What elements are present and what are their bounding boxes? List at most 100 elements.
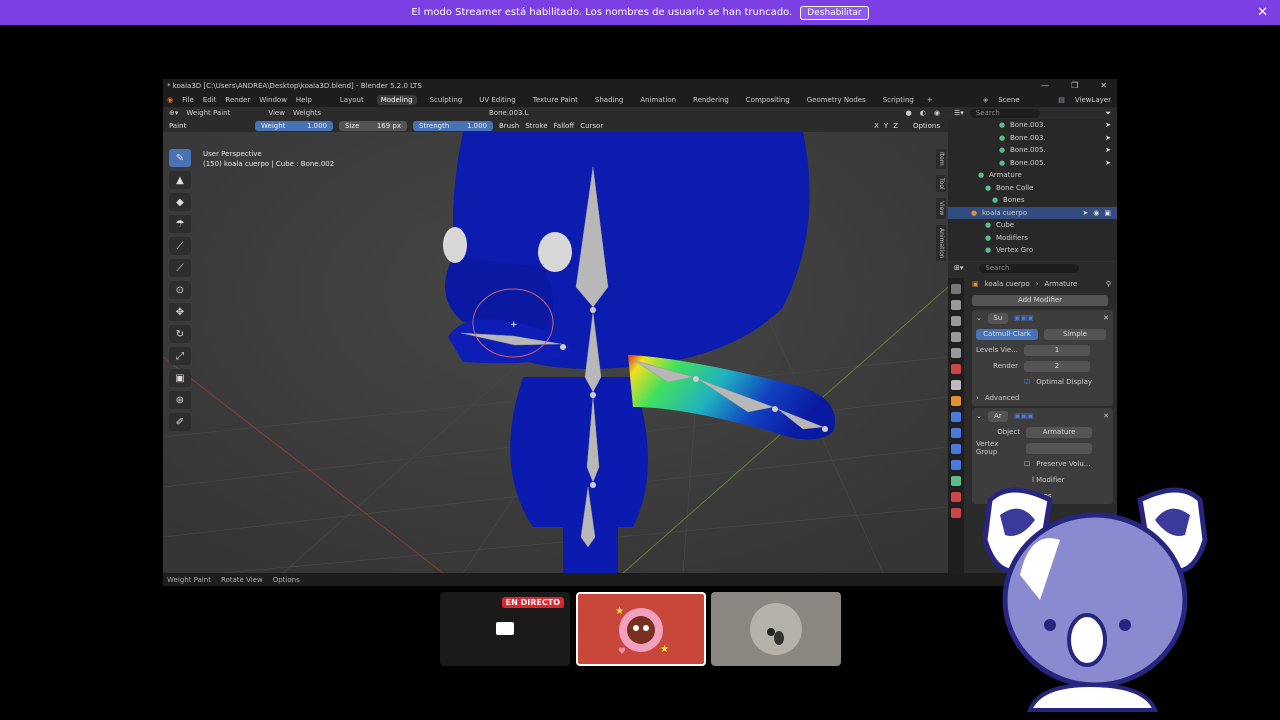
- select-arrow-icon[interactable]: ➤: [1105, 121, 1111, 129]
- rotate-tool-icon[interactable]: ↻: [169, 325, 191, 343]
- maximize-icon[interactable]: ❐: [1071, 81, 1078, 90]
- tab-animation[interactable]: Animation: [636, 95, 680, 105]
- tab-layout[interactable]: Layout: [336, 95, 368, 105]
- camera-icon[interactable]: ▣: [1104, 209, 1111, 217]
- tab-animation-side[interactable]: Animation: [936, 224, 946, 262]
- pin-icon[interactable]: ⚲: [1106, 280, 1117, 288]
- shading-solid-icon[interactable]: ●: [906, 109, 912, 117]
- select-arrow-icon[interactable]: ➤: [1105, 146, 1111, 154]
- constraints-tab-icon[interactable]: [951, 460, 961, 470]
- outliner-row[interactable]: ● Vertex Gro: [948, 244, 1117, 257]
- object-field[interactable]: Armature: [1026, 426, 1092, 438]
- chevron-right-icon[interactable]: ›: [976, 394, 979, 402]
- draw-brush-icon[interactable]: ✎: [169, 149, 191, 167]
- levels-field[interactable]: 1: [1024, 344, 1090, 356]
- bone-selector[interactable]: Bone.003.L: [489, 109, 529, 117]
- scale-tool-icon[interactable]: ⤢: [169, 347, 191, 365]
- select-arrow-icon[interactable]: ➤: [1082, 209, 1088, 217]
- tab-tool[interactable]: Tool: [936, 174, 946, 193]
- remove-modifier-icon[interactable]: ✕: [1103, 412, 1113, 420]
- shading-rendered-icon[interactable]: ◉: [934, 109, 940, 117]
- tab-rendering[interactable]: Rendering: [689, 95, 733, 105]
- outliner-row[interactable]: ● Bone.005. ➤: [948, 144, 1117, 157]
- viewlayer-selector[interactable]: ViewLayer: [1075, 96, 1111, 104]
- object-tab-icon[interactable]: [951, 396, 961, 406]
- armature-mod-toggles[interactable]: ▣▣▣: [1014, 412, 1034, 420]
- tab-compositing[interactable]: Compositing: [742, 95, 794, 105]
- disable-streamer-button[interactable]: Deshabilitar: [800, 5, 869, 20]
- outliner-row[interactable]: ● Bones: [948, 194, 1117, 207]
- editor-type-icon[interactable]: ⊕▾: [169, 109, 178, 117]
- transform-tool-icon[interactable]: ▣: [169, 369, 191, 387]
- collection-tab-icon[interactable]: [951, 380, 961, 390]
- add-workspace-icon[interactable]: +: [927, 96, 933, 104]
- close-icon[interactable]: ✕: [1257, 5, 1268, 20]
- tab-item[interactable]: Item: [936, 149, 946, 169]
- outliner-type-icon[interactable]: ☰▾: [954, 109, 964, 117]
- menu-file[interactable]: File: [182, 96, 194, 104]
- outliner-row[interactable]: ● Cube: [948, 219, 1117, 232]
- subsurf-toggles[interactable]: ▣▣▣: [1014, 314, 1034, 322]
- outliner-row[interactable]: ● koala cuerpo ➤ ◉ ▣: [948, 206, 1117, 219]
- tab-geometry-nodes[interactable]: Geometry Nodes: [803, 95, 870, 105]
- close-window-icon[interactable]: ✕: [1100, 81, 1107, 90]
- select-arrow-icon[interactable]: ➤: [1105, 134, 1111, 142]
- brush-name-field[interactable]: Paint: [169, 122, 249, 130]
- menu-edit[interactable]: Edit: [203, 96, 217, 104]
- optimal-checkbox[interactable]: ☑: [1024, 378, 1030, 386]
- falloff-menu[interactable]: Falloff: [554, 122, 575, 130]
- menu-window[interactable]: Window: [259, 96, 287, 104]
- shading-material-icon[interactable]: ◐: [920, 109, 926, 117]
- options-menu[interactable]: Options: [913, 122, 940, 130]
- move-tool-icon[interactable]: ✥: [169, 303, 191, 321]
- scene-selector[interactable]: Scene: [998, 96, 1048, 104]
- koala-photo-thumbnail[interactable]: [711, 592, 841, 666]
- outliner-row[interactable]: ● Armature: [948, 169, 1117, 182]
- tab-uv-editing[interactable]: UV Editing: [475, 95, 520, 105]
- 3d-viewport[interactable]: + ⊕▾ Weight Paint View Weights Bone.003.…: [163, 107, 948, 573]
- chevron-down-icon[interactable]: ⌄: [976, 314, 982, 322]
- weight-field[interactable]: Weight 1.000: [255, 120, 333, 131]
- properties-type-icon[interactable]: ⊞▾: [954, 264, 963, 272]
- data-tab-icon[interactable]: [951, 476, 961, 486]
- add-modifier-button[interactable]: Add Modifier: [972, 294, 1108, 306]
- select-arrow-icon[interactable]: ➤: [1105, 159, 1111, 167]
- avatar-thumbnail[interactable]: ★ ★ ♥: [576, 592, 706, 666]
- view-layer-tab-icon[interactable]: [951, 332, 961, 342]
- screen-share-thumbnail[interactable]: EN DIRECTO: [440, 592, 570, 666]
- outliner-row[interactable]: ● Modifiers: [948, 232, 1117, 245]
- outliner-row[interactable]: ● Bone.005. ➤: [948, 157, 1117, 170]
- preserve-checkbox[interactable]: ☐: [1024, 460, 1030, 468]
- outliner-row[interactable]: ● Bone Colle: [948, 182, 1117, 195]
- strength-field[interactable]: Strength 1.000: [413, 120, 493, 131]
- menu-help[interactable]: Help: [296, 96, 312, 104]
- brush-menu[interactable]: Brush: [499, 122, 519, 130]
- view-menu[interactable]: View: [268, 109, 285, 117]
- scene-tab-icon[interactable]: [951, 348, 961, 358]
- render-tab-icon[interactable]: [951, 300, 961, 310]
- menu-render[interactable]: Render: [225, 96, 250, 104]
- stroke-menu[interactable]: Stroke: [525, 122, 547, 130]
- eye-icon[interactable]: ◉: [1093, 209, 1099, 217]
- tab-scripting[interactable]: Scripting: [879, 95, 918, 105]
- world-tab-icon[interactable]: [951, 364, 961, 374]
- weights-menu[interactable]: Weights: [293, 109, 321, 117]
- remove-modifier-icon[interactable]: ✕: [1103, 314, 1113, 322]
- vertex-group-field[interactable]: [1026, 442, 1092, 454]
- filter-icon[interactable]: ⏷: [1105, 109, 1117, 118]
- axis-y[interactable]: Y: [884, 122, 888, 130]
- armature-mod-name-field[interactable]: Ar: [987, 410, 1008, 422]
- outliner-row[interactable]: ● Bone.003. ➤: [948, 119, 1117, 132]
- tab-texture-paint[interactable]: Texture Paint: [529, 95, 582, 105]
- outliner-row[interactable]: ● Bone.003. ➤: [948, 132, 1117, 145]
- average-brush-icon[interactable]: ◆: [169, 193, 191, 211]
- simple-tab[interactable]: Simple: [1044, 328, 1106, 340]
- modifier-tab-icon[interactable]: [951, 412, 961, 422]
- advanced-label[interactable]: Advanced: [985, 394, 1020, 402]
- tab-sculpting[interactable]: Sculpting: [426, 95, 467, 105]
- cursor-menu[interactable]: Cursor: [580, 122, 603, 130]
- annotate-tool-icon[interactable]: ⊛: [169, 391, 191, 409]
- blur-brush-icon[interactable]: ▲: [169, 171, 191, 189]
- sample-weight-icon[interactable]: ⟋: [169, 237, 191, 255]
- size-field[interactable]: Size 169 px: [339, 120, 407, 131]
